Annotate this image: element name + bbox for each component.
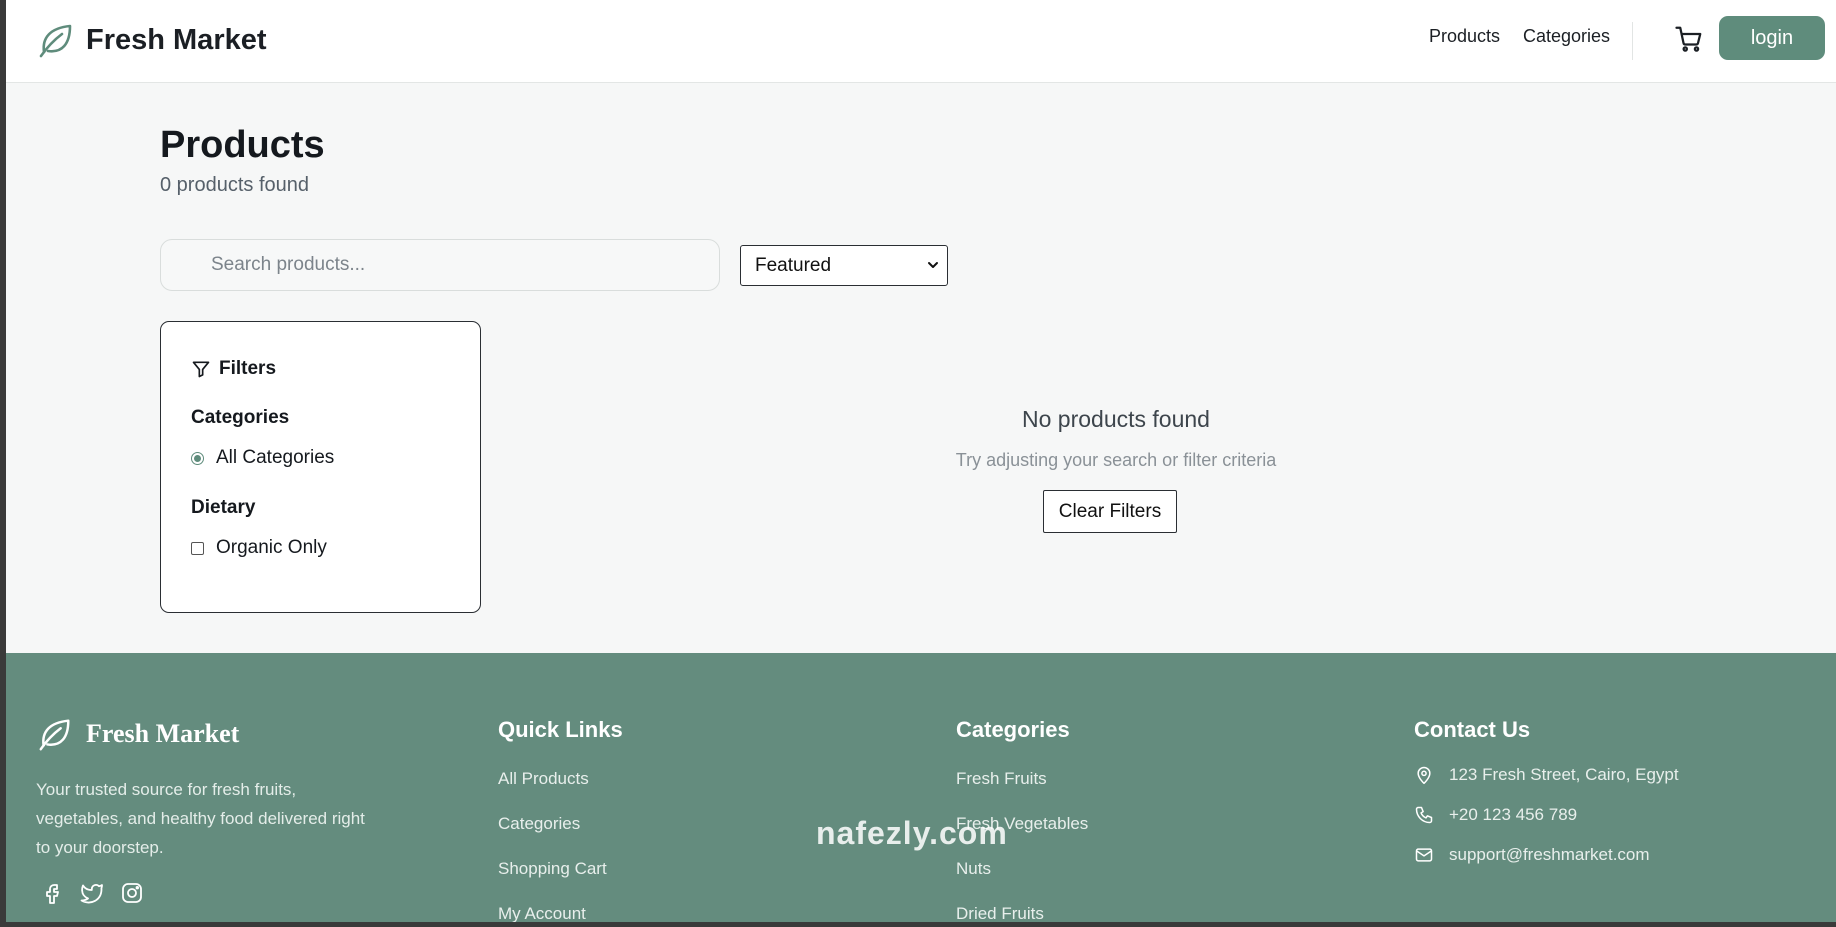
map-pin-icon — [1417, 766, 1431, 785]
product-count: 0 products found — [160, 174, 309, 196]
sort-selected-value: Featured — [755, 254, 832, 276]
brand-name: Fresh Market — [86, 23, 267, 56]
facebook-icon[interactable] — [40, 881, 64, 905]
categories-title: Categories — [956, 717, 1070, 742]
contact-address-text: 123 Fresh Street, Cairo, Egypt — [1449, 765, 1679, 784]
footer-category-dried-fruits[interactable]: Dried Fruits — [956, 904, 1044, 922]
leaf-icon — [39, 24, 72, 58]
nav-divider — [1632, 22, 1633, 60]
filters-title: Filters — [219, 358, 277, 379]
contact-email-text[interactable]: support@freshmarket.com — [1449, 845, 1650, 865]
phone-icon — [1415, 806, 1433, 824]
contact-email: support@freshmarket.com — [1414, 845, 1650, 865]
watermark: nafezly.com — [816, 815, 1008, 851]
footer-description: Your trusted source for fresh fruits, ve… — [36, 780, 365, 857]
contact-phone-text[interactable]: +20 123 456 789 — [1449, 805, 1577, 825]
empty-state-title: No products found — [1022, 406, 1210, 432]
leaf-icon — [39, 719, 70, 751]
footer-link-my-account[interactable]: My Account — [498, 904, 586, 922]
organic-only-option[interactable]: Organic Only — [191, 537, 327, 559]
top-navbar: Fresh Market Products Categories login — [6, 0, 1836, 83]
dietary-heading: Dietary — [191, 497, 256, 518]
contact-phone: +20 123 456 789 — [1414, 805, 1577, 825]
contact-title: Contact Us — [1414, 717, 1531, 742]
footer-link-all-products[interactable]: All Products — [498, 769, 589, 789]
twitter-icon[interactable] — [80, 881, 104, 905]
filters-header: Filters — [191, 358, 276, 380]
mail-icon — [1415, 848, 1433, 862]
footer-brand-name: Fresh Market — [86, 719, 240, 748]
page-title: Products — [160, 124, 325, 166]
footer-link-shopping-cart[interactable]: Shopping Cart — [498, 859, 607, 879]
footer-category-nuts[interactable]: Nuts — [956, 859, 991, 879]
contact-address: 123 Fresh Street, Cairo, Egypt — [1414, 765, 1679, 785]
footer-category-fresh-fruits[interactable]: Fresh Fruits — [956, 769, 1047, 789]
cart-icon[interactable] — [1674, 24, 1704, 54]
nav-products-link[interactable]: Products — [1429, 26, 1500, 47]
chevron-down-icon — [928, 262, 938, 268]
login-button[interactable]: login — [1719, 16, 1825, 60]
search-input[interactable] — [160, 239, 720, 291]
page: Fresh Market Products Categories login P… — [6, 0, 1836, 922]
quick-links-title: Quick Links — [498, 717, 623, 742]
footer: Fresh Market Your trusted source for fre… — [6, 653, 1836, 922]
organic-only-label: Organic Only — [216, 537, 327, 558]
brand-logo[interactable]: Fresh Market — [36, 18, 267, 62]
sort-select[interactable]: Featured — [740, 245, 948, 286]
footer-link-categories[interactable]: Categories — [498, 814, 580, 834]
organic-only-checkbox[interactable] — [191, 541, 204, 555]
empty-state-subtitle: Try adjusting your search or filter crit… — [955, 450, 1277, 470]
nav-categories-link[interactable]: Categories — [1523, 26, 1610, 47]
instagram-icon[interactable] — [120, 881, 144, 905]
clear-filters-button[interactable]: Clear Filters — [1043, 490, 1177, 533]
footer-brand[interactable]: Fresh Market — [36, 715, 239, 753]
filter-icon — [192, 361, 210, 378]
